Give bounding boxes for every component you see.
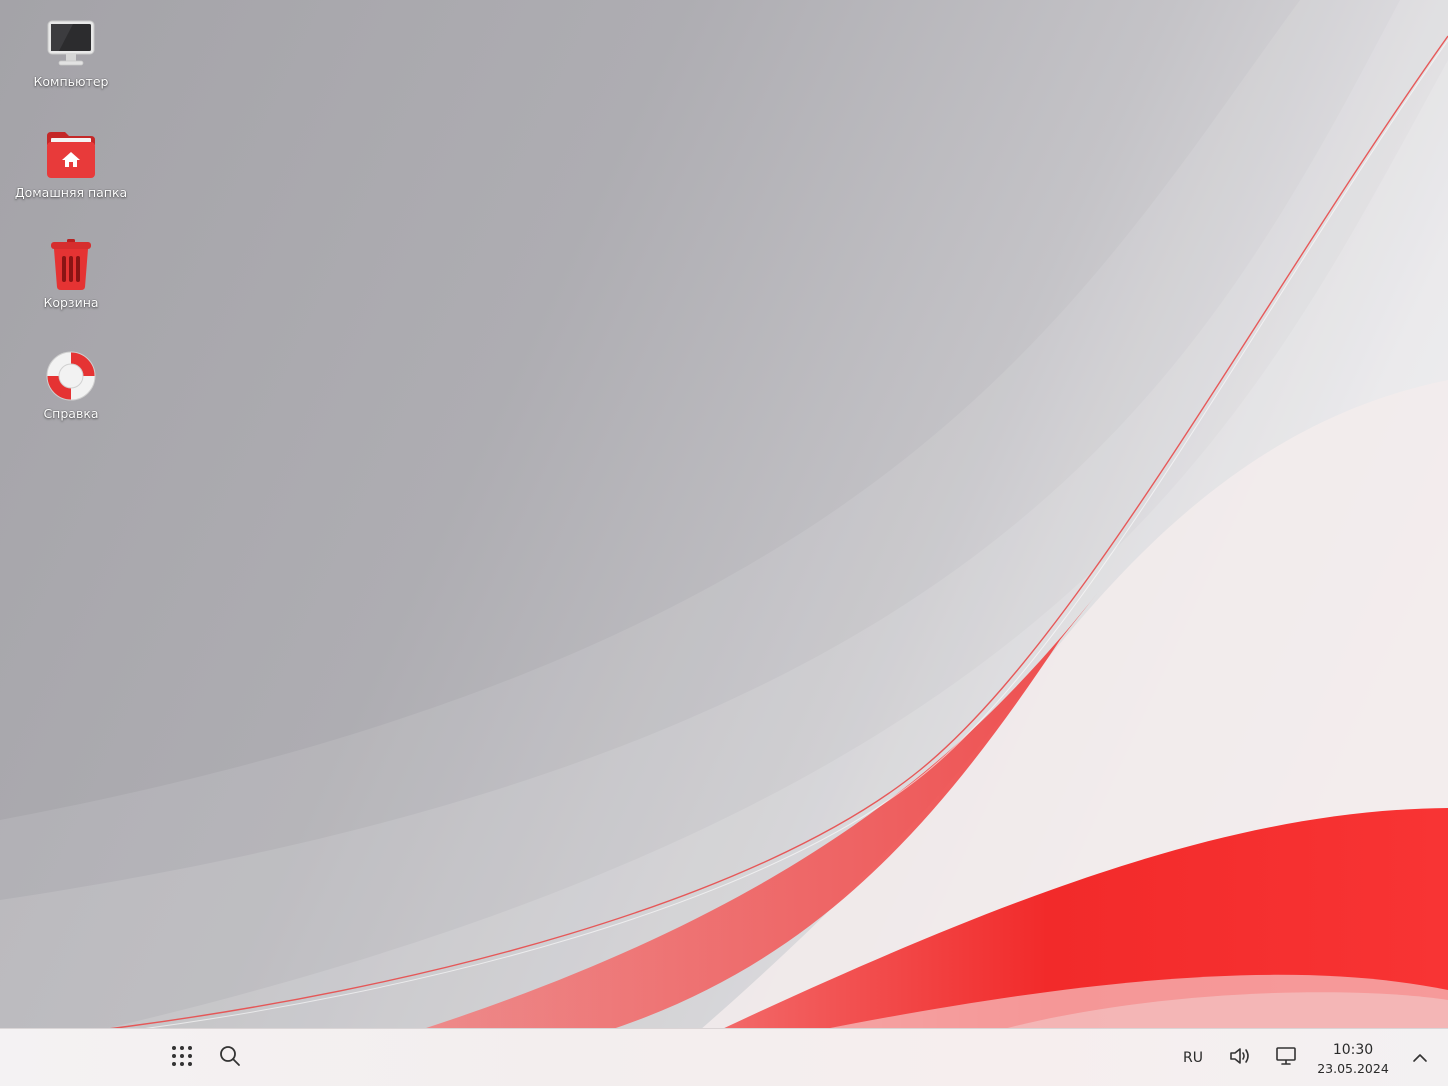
- app-menu-button[interactable]: [164, 1040, 200, 1076]
- volume-button[interactable]: [1224, 1042, 1256, 1074]
- keyboard-layout-indicator[interactable]: RU: [1176, 1047, 1210, 1069]
- desktop-icon-help[interactable]: Справка: [11, 348, 131, 421]
- volume-icon: [1229, 1046, 1251, 1070]
- display-icon: [1275, 1046, 1297, 1070]
- clock[interactable]: 10:30 23.05.2024: [1310, 1038, 1396, 1080]
- desktop-icon-trash[interactable]: Корзина: [11, 237, 131, 310]
- search-icon: [219, 1045, 241, 1071]
- desktop-icon-home-folder[interactable]: Домашняя папка: [11, 127, 131, 200]
- taskbar: RU 10:30 23.05.2024: [0, 1028, 1448, 1086]
- search-button[interactable]: [212, 1040, 248, 1076]
- clock-time: 10:30: [1332, 1041, 1374, 1058]
- clock-date: 23.05.2024: [1317, 1060, 1389, 1076]
- desktop[interactable]: Компьютер Домашняя папка Корзина Справка…: [0, 0, 1448, 1086]
- app-grid-icon: [171, 1045, 193, 1071]
- trash-icon: [43, 237, 99, 293]
- desktop-icon-label: Домашняя папка: [14, 185, 128, 200]
- help-lifebuoy-icon: [43, 348, 99, 404]
- desktop-icon-label: Компьютер: [33, 74, 109, 89]
- tray-expand-button[interactable]: [1406, 1043, 1434, 1073]
- chevron-up-icon: [1412, 1049, 1428, 1068]
- desktop-icon-label: Справка: [43, 406, 99, 421]
- wallpaper: [0, 0, 1448, 1086]
- desktop-icon-computer[interactable]: Компьютер: [11, 16, 131, 89]
- computer-icon: [43, 16, 99, 72]
- display-button[interactable]: [1270, 1042, 1302, 1074]
- home-folder-icon: [43, 127, 99, 183]
- desktop-icon-label: Корзина: [43, 295, 99, 310]
